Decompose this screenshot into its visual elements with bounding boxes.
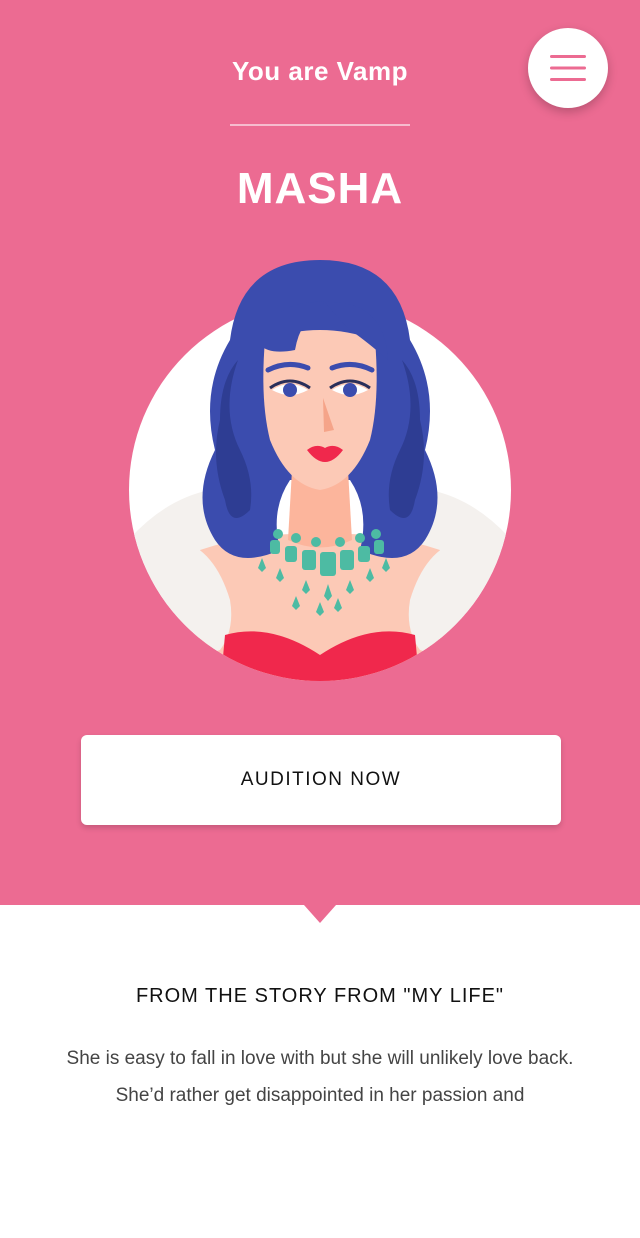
story-title: FROM THE STORY FROM "MY LIFE" <box>135 985 505 1007</box>
character-portrait <box>120 250 520 690</box>
character-type-title: You are Vamp <box>231 56 409 86</box>
title-divider <box>230 124 410 126</box>
audition-now-button[interactable]: AUDITION NOW <box>81 735 561 825</box>
vamp-character-illustration <box>129 260 511 681</box>
character-name: MASHA <box>236 164 404 213</box>
section-pointer <box>304 905 336 923</box>
story-description: She is easy to fall in love with but she… <box>66 1048 574 1106</box>
